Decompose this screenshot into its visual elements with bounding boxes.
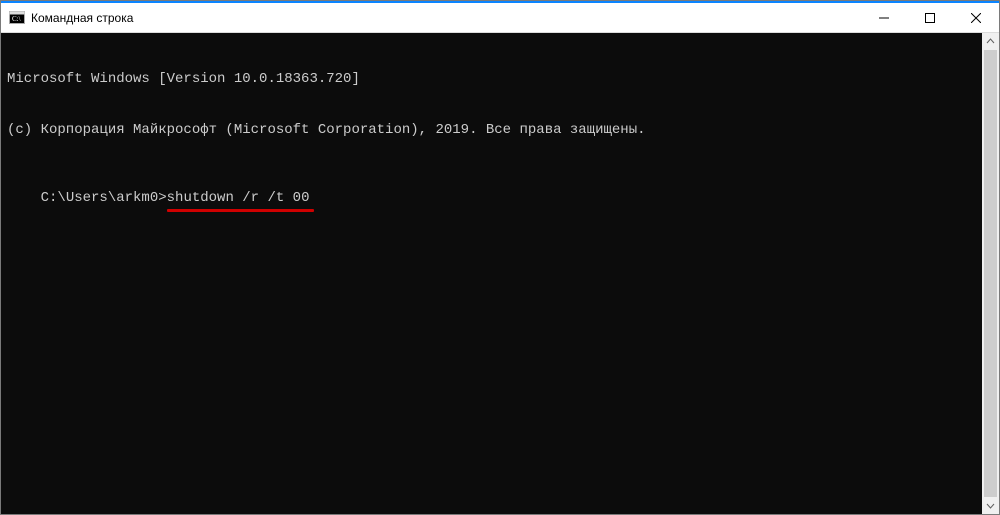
terminal-line-copyright: (c) Корпорация Майкрософт (Microsoft Cor…	[7, 122, 993, 139]
terminal-prompt: C:\Users\arkm0>	[41, 190, 167, 206]
cmd-window: C:\ Командная строка Microsoft Windows […	[0, 0, 1000, 515]
terminal-area[interactable]: Microsoft Windows [Version 10.0.18363.72…	[1, 33, 999, 514]
close-button[interactable]	[953, 3, 999, 32]
vertical-scrollbar[interactable]	[982, 33, 999, 514]
terminal-prompt-line: C:\Users\arkm0>shutdown /r /t 00	[41, 190, 310, 207]
command-underline-annotation	[167, 209, 315, 212]
scrollbar-track[interactable]	[982, 50, 999, 497]
minimize-button[interactable]	[861, 3, 907, 32]
scroll-up-arrow-icon[interactable]	[982, 33, 999, 50]
scrollbar-thumb[interactable]	[984, 50, 997, 497]
maximize-button[interactable]	[907, 3, 953, 32]
scroll-down-arrow-icon[interactable]	[982, 497, 999, 514]
window-title: Командная строка	[31, 11, 133, 25]
window-controls	[861, 3, 999, 32]
cmd-icon: C:\	[9, 10, 25, 26]
titlebar[interactable]: C:\ Командная строка	[1, 3, 999, 33]
terminal-line-version: Microsoft Windows [Version 10.0.18363.72…	[7, 71, 993, 88]
terminal-command: shutdown /r /t 00	[167, 190, 310, 206]
terminal-command-wrap: shutdown /r /t 00	[167, 190, 310, 207]
svg-text:C:\: C:\	[12, 15, 21, 23]
